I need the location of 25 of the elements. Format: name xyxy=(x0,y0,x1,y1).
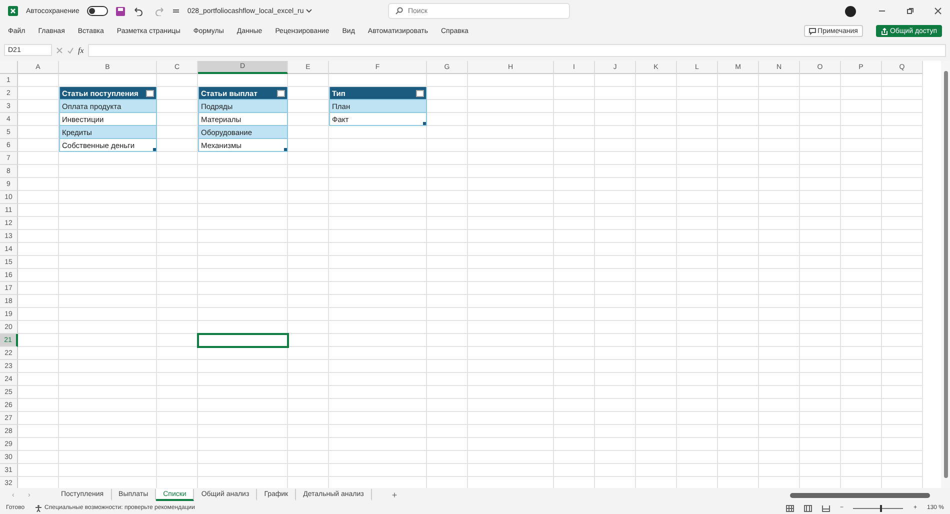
autosave-toggle[interactable] xyxy=(87,6,108,16)
page-break-icon[interactable] xyxy=(822,504,830,512)
resize-handle[interactable] xyxy=(284,148,287,151)
page-layout-icon[interactable] xyxy=(804,504,812,512)
close-icon[interactable] xyxy=(934,7,942,15)
add-sheet-button[interactable]: + xyxy=(392,490,398,500)
save-icon[interactable] xyxy=(116,6,126,16)
formula-input[interactable] xyxy=(88,44,946,56)
app-logo-icon xyxy=(8,6,18,16)
restore-icon[interactable] xyxy=(906,7,914,15)
resize-handle[interactable] xyxy=(153,148,156,151)
resize-handle[interactable] xyxy=(423,122,426,125)
search-icon xyxy=(395,7,403,15)
active-cell[interactable] xyxy=(197,333,289,348)
comment-icon xyxy=(808,28,816,34)
accessibility-icon xyxy=(34,504,42,512)
customize-icon[interactable] xyxy=(173,8,180,14)
undo-icon[interactable] xyxy=(133,6,146,16)
avatar-icon[interactable] xyxy=(845,6,856,16)
normal-view-icon[interactable] xyxy=(786,504,794,512)
chevron-down-icon[interactable] xyxy=(306,9,312,13)
insert-function-button[interactable]: fx xyxy=(78,46,84,54)
share-icon xyxy=(880,28,888,34)
horizontal-scrollbar[interactable] xyxy=(790,492,930,498)
check-icon[interactable] xyxy=(67,46,74,54)
